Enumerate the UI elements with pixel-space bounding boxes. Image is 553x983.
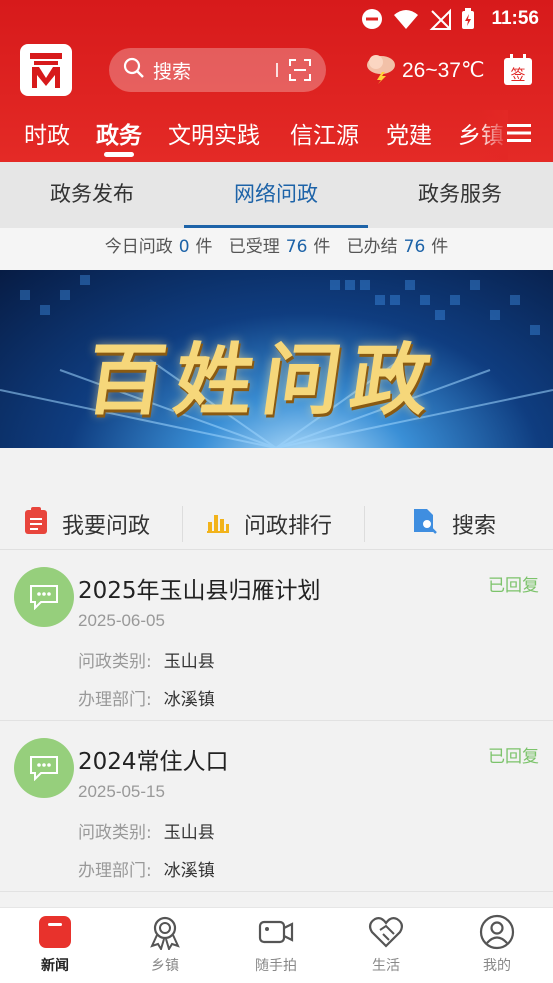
search-doc-icon <box>412 508 438 540</box>
ask-question-label: 我要问政 <box>62 514 151 539</box>
unit: 件 <box>313 237 331 257</box>
item-title: 2025年玉山县归雁计划 <box>78 578 321 604</box>
user-icon <box>479 914 515 950</box>
stats-bar: 今日问政 0 件 已受理 76 件 已办结 76 件 <box>0 228 553 270</box>
chat-bubble-icon <box>14 567 74 627</box>
unit: 件 <box>195 237 213 257</box>
done-count: 76 <box>403 237 426 257</box>
accepted-count: 76 <box>285 237 308 257</box>
menu-icon[interactable] <box>507 123 531 147</box>
divider <box>364 506 365 542</box>
chat-bubble-icon <box>14 738 74 798</box>
category-label: 问政类别: <box>78 652 152 672</box>
list-item[interactable]: 2024常住人口 已回复 2025-05-15 问政类别: 玉山县 办理部门: 冰溪… <box>0 722 553 892</box>
subtab-zhengwu-fabu[interactable]: 政务发布 <box>0 162 184 228</box>
channel-tab-zhengwu[interactable]: 政务 <box>96 116 142 150</box>
department-value: 冰溪镇 <box>163 861 215 881</box>
department-label: 办理部门: <box>78 690 152 710</box>
category-row: 问政类别: 玉山县 <box>78 647 215 672</box>
accepted-label: 已受理 <box>228 237 280 257</box>
channel-tab-xinjiangyuan[interactable]: 信江源 <box>290 116 359 150</box>
no-signal-icon <box>429 8 451 34</box>
subtab-wangluo-wenzheng[interactable]: 网络问政 <box>184 162 368 228</box>
battery-charging-icon <box>461 8 475 34</box>
award-ribbon-icon <box>147 914 183 952</box>
channel-tab-wenming[interactable]: 文明实践 <box>168 116 260 150</box>
ask-question-button[interactable]: 我要问政 <box>24 498 150 550</box>
search-placeholder: 搜索 <box>153 60 192 83</box>
department-row: 办理部门: 冰溪镇 <box>78 856 215 881</box>
status-badge: 已回复 <box>488 747 539 767</box>
action-bar: 我要问政 问政排行 搜索 <box>0 498 553 550</box>
video-camera-icon <box>258 914 294 950</box>
channel-tabs: 时政 政务 文明实践 信江源 党建 乡镇 <box>0 110 553 160</box>
spacer <box>0 448 553 498</box>
app-logo[interactable] <box>20 44 72 96</box>
weather-widget[interactable]: 26~37℃ <box>364 52 485 88</box>
app-header: 11:56 搜索 26~37℃ 签 时政 政务 文明实践 信江源 党建 <box>0 0 553 162</box>
news-icon <box>37 914 73 950</box>
channel-fade <box>478 110 508 160</box>
bar-chart-icon <box>206 509 230 539</box>
ranking-label: 问政排行 <box>244 514 333 539</box>
category-row: 问政类别: 玉山县 <box>78 818 215 843</box>
item-date: 2025-06-05 <box>78 611 165 630</box>
nav-profile[interactable]: 我的 <box>442 908 552 983</box>
department-value: 冰溪镇 <box>163 690 215 710</box>
scan-icon[interactable] <box>288 58 312 86</box>
temperature-range: 26~37℃ <box>402 58 485 82</box>
channel-tab-shizheng[interactable]: 时政 <box>24 116 70 150</box>
ranking-button[interactable]: 问政排行 <box>206 498 332 550</box>
nav-snapshot[interactable]: 随手拍 <box>221 908 331 983</box>
status-time: 11:56 <box>491 8 539 29</box>
banner[interactable]: 百姓问政 <box>0 270 553 448</box>
search-divider <box>276 63 278 77</box>
category-value: 玉山县 <box>163 823 215 843</box>
search-box[interactable]: 搜索 <box>109 48 326 92</box>
done-label: 已办结 <box>346 237 398 257</box>
item-title: 2024常住人口 <box>78 749 229 775</box>
channel-tab-dangjian[interactable]: 党建 <box>386 116 432 150</box>
divider <box>182 506 183 542</box>
check-in-button[interactable]: 签 <box>503 54 533 90</box>
nav-township-label: 乡镇 <box>151 958 179 974</box>
category-value: 玉山县 <box>163 652 215 672</box>
item-date: 2025-05-15 <box>78 782 165 801</box>
nav-news-label: 新闻 <box>41 958 69 974</box>
sub-tabs: 政务发布 网络问政 政务服务 <box>0 162 553 228</box>
active-channel-indicator <box>104 152 134 157</box>
banner-title: 百姓问政 <box>80 335 446 426</box>
search-button[interactable]: 搜索 <box>412 498 496 550</box>
nav-life[interactable]: 生活 <box>331 908 441 983</box>
nav-profile-label: 我的 <box>483 958 511 974</box>
clipboard-icon <box>24 507 48 541</box>
do-not-disturb-icon <box>361 8 383 34</box>
today-count: 0 <box>178 237 190 257</box>
unit: 件 <box>431 237 449 257</box>
search-label: 搜索 <box>452 514 497 539</box>
heart-handshake-icon <box>368 914 404 950</box>
status-bar: 11:56 <box>0 0 553 38</box>
department-label: 办理部门: <box>78 861 152 881</box>
thunderstorm-icon <box>364 52 398 88</box>
wifi-icon <box>393 8 419 34</box>
nav-life-label: 生活 <box>372 958 400 974</box>
list-item[interactable]: 2025年玉山县归雁计划 已回复 2025-06-05 问政类别: 玉山县 办理部… <box>0 551 553 721</box>
search-icon <box>123 57 145 83</box>
today-label: 今日问政 <box>104 237 173 257</box>
nav-snapshot-label: 随手拍 <box>255 958 297 974</box>
status-icons <box>361 8 475 34</box>
department-row: 办理部门: 冰溪镇 <box>78 685 215 710</box>
status-badge: 已回复 <box>488 576 539 596</box>
subtab-zhengwu-fuwu[interactable]: 政务服务 <box>368 162 552 228</box>
category-label: 问政类别: <box>78 823 152 843</box>
bottom-nav: 新闻 乡镇 随手拍 生活 我的 <box>0 907 553 983</box>
nav-news[interactable]: 新闻 <box>0 908 110 983</box>
nav-township[interactable]: 乡镇 <box>110 908 220 983</box>
calendar-label: 签 <box>510 66 525 84</box>
